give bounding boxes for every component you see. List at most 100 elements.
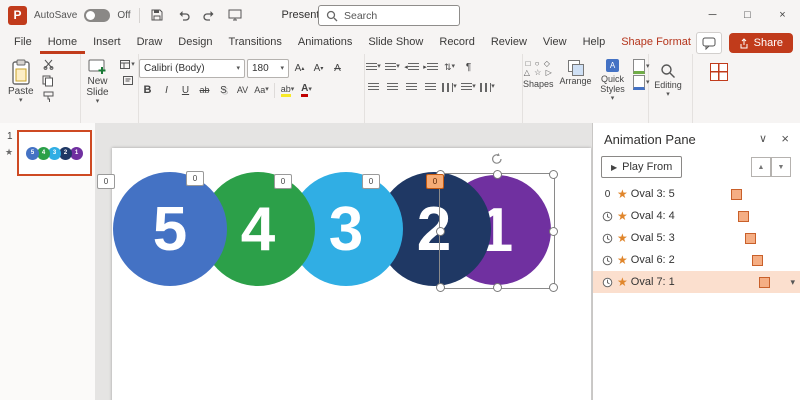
tab-shape-format[interactable]: Shape Format xyxy=(613,30,699,54)
character-spacing-button[interactable]: AV xyxy=(234,82,251,98)
entrance-star-icon: ★ xyxy=(617,275,628,289)
oval-shape-5[interactable]: 5 xyxy=(113,172,227,286)
resize-handle-e[interactable] xyxy=(549,227,558,236)
timeline-bar[interactable] xyxy=(759,277,770,288)
quick-styles-button[interactable]: A Quick Styles ▾ xyxy=(595,57,631,104)
tab-slide-show[interactable]: Slide Show xyxy=(360,30,431,54)
text-direction-button[interactable]: ¶ xyxy=(460,59,477,75)
close-button[interactable]: × xyxy=(765,0,800,30)
timeline-bar[interactable] xyxy=(745,233,756,244)
increase-indent-button[interactable]: ▸ xyxy=(422,59,439,75)
animation-number-badge[interactable]: 0 xyxy=(274,174,292,189)
animation-number-badge[interactable]: 0 xyxy=(362,174,380,189)
font-size-combo[interactable]: 180 ▾ xyxy=(247,59,289,78)
new-slide-button[interactable]: New Slide ▾ xyxy=(78,57,117,107)
underline-button[interactable]: U xyxy=(177,82,194,98)
resize-handle-s[interactable] xyxy=(493,283,502,292)
tab-help[interactable]: Help xyxy=(575,30,614,54)
animation-options-dropdown-icon[interactable]: ▾ xyxy=(790,277,795,288)
animation-item-oval4[interactable]: ★ Oval 4: 4 xyxy=(593,205,800,227)
animation-number-badge[interactable]: 0 xyxy=(97,174,115,189)
text-shadow-button[interactable]: S xyxy=(215,82,232,98)
editing-button[interactable]: Editing ▾ xyxy=(646,57,690,100)
shape-selection-box[interactable] xyxy=(436,153,558,292)
highlight-color-button[interactable]: ab ▾ xyxy=(279,82,296,98)
rotate-handle[interactable] xyxy=(490,152,504,166)
animation-item-oval6[interactable]: ★ Oval 6: 2 xyxy=(593,249,800,271)
animation-item-oval3[interactable]: 0 ★ Oval 3: 5 xyxy=(593,183,800,205)
tab-file[interactable]: File xyxy=(6,30,40,54)
autosave-label: AutoSave xyxy=(34,9,78,21)
undo-button[interactable] xyxy=(174,6,193,25)
tab-review[interactable]: Review xyxy=(483,30,535,54)
search-box[interactable]: Search xyxy=(318,5,460,26)
timeline-bar[interactable] xyxy=(738,211,749,222)
animation-number-badge-selected[interactable]: 0 xyxy=(426,174,444,189)
format-painter-button[interactable] xyxy=(40,89,57,104)
pane-options-chevron-icon[interactable]: ∨ xyxy=(759,132,767,145)
increase-font-size-button[interactable]: A ▴ xyxy=(291,61,308,77)
bullets-button[interactable]: ▾ xyxy=(365,59,382,75)
tab-animations[interactable]: Animations xyxy=(290,30,360,54)
tab-record[interactable]: Record xyxy=(431,30,482,54)
tab-insert[interactable]: Insert xyxy=(85,30,129,54)
tab-view[interactable]: View xyxy=(535,30,575,54)
line-spacing-button[interactable]: ⇅ ▾ xyxy=(441,59,458,75)
decrease-indent-button[interactable]: ◂ xyxy=(403,59,420,75)
bold-button[interactable]: B xyxy=(139,82,156,98)
animation-number-badge[interactable]: 0 xyxy=(186,171,204,186)
autosave-toggle[interactable] xyxy=(84,8,111,22)
resize-handle-ne[interactable] xyxy=(549,170,558,179)
resize-handle-w[interactable] xyxy=(436,227,445,236)
align-left-button[interactable] xyxy=(365,79,382,95)
animation-pane-title: Animation Pane xyxy=(604,132,696,147)
italic-button[interactable]: I xyxy=(158,82,175,98)
clear-formatting-button[interactable]: A xyxy=(329,61,346,77)
timeline-bar[interactable] xyxy=(731,189,742,200)
tab-home[interactable]: Home xyxy=(40,30,85,54)
move-animation-earlier-button[interactable]: ▲ xyxy=(751,157,771,177)
align-text-button[interactable]: ▾ xyxy=(460,79,477,95)
timeline-bar[interactable] xyxy=(752,255,763,266)
move-animation-later-button[interactable]: ▼ xyxy=(771,157,791,177)
minimize-button[interactable]: ─ xyxy=(695,0,730,30)
slide-thumbnail[interactable]: 5 4 3 2 1 xyxy=(17,130,92,176)
comments-button[interactable] xyxy=(695,32,722,54)
tab-draw[interactable]: Draw xyxy=(129,30,171,54)
font-name-combo[interactable]: Calibri (Body) ▾ xyxy=(139,59,245,78)
redo-button[interactable] xyxy=(200,6,219,25)
shapes-button[interactable]: □ ○ ◇ △ ☆ ▷ Shapes xyxy=(520,57,557,91)
play-from-button[interactable]: ▶ Play From xyxy=(601,156,683,178)
animation-item-oval5[interactable]: ★ Oval 5: 3 xyxy=(593,227,800,249)
share-button[interactable]: Share xyxy=(728,33,793,53)
resize-handle-se[interactable] xyxy=(549,283,558,292)
resize-handle-sw[interactable] xyxy=(436,283,445,292)
slide[interactable]: 5 4 3 2 1 xyxy=(112,148,591,400)
pane-close-icon[interactable]: × xyxy=(781,131,789,146)
numbering-button[interactable]: ▾ xyxy=(384,59,401,75)
align-center-button[interactable] xyxy=(384,79,401,95)
columns-button[interactable]: ▾ xyxy=(441,79,458,95)
copy-button[interactable] xyxy=(40,73,57,88)
cut-button[interactable] xyxy=(40,57,57,72)
strikethrough-button[interactable]: ab xyxy=(196,82,213,98)
resize-handle-n[interactable] xyxy=(493,170,502,179)
save-button[interactable] xyxy=(148,6,167,25)
maximize-button[interactable]: □ xyxy=(730,0,765,30)
align-right-button[interactable] xyxy=(403,79,420,95)
arrange-button[interactable]: Arrange xyxy=(557,57,595,88)
addins-button[interactable] xyxy=(690,57,748,83)
paste-button[interactable]: Paste ▾ xyxy=(4,57,38,106)
convert-to-smartart-button[interactable]: ▾ xyxy=(479,79,496,95)
badge-number: 0 xyxy=(103,177,109,186)
start-slideshow-button[interactable] xyxy=(226,6,245,25)
decrease-font-size-button[interactable]: A ▾ xyxy=(310,61,327,77)
tab-transitions[interactable]: Transitions xyxy=(221,30,290,54)
change-case-button[interactable]: Aa ▾ xyxy=(253,82,270,98)
tab-design[interactable]: Design xyxy=(170,30,220,54)
window-controls: ─ □ × xyxy=(695,0,800,30)
animation-item-oval7-selected[interactable]: ★ Oval 7: 1 ▾ xyxy=(593,271,800,293)
font-color-button[interactable]: A ▾ xyxy=(298,82,315,98)
justify-button[interactable] xyxy=(422,79,439,95)
powerpoint-app-icon[interactable]: P xyxy=(8,5,27,25)
